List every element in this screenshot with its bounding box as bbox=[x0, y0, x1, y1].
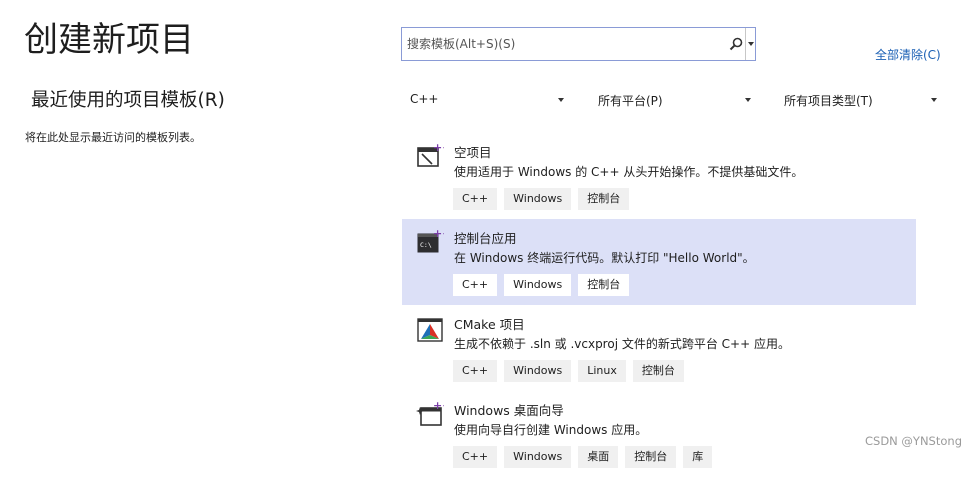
template-list: ++ 空项目 使用适用于 Windows 的 C++ 从头开始操作。不提供基础文… bbox=[402, 133, 916, 477]
project-type-filter-select[interactable]: 所有项目类型(T) bbox=[784, 88, 942, 112]
search-options-dropdown[interactable] bbox=[745, 28, 756, 60]
tag-cpp: C++ bbox=[453, 274, 498, 296]
desktop-wizard-icon: ++ bbox=[416, 400, 444, 426]
platform-filter-value: 所有平台(P) bbox=[598, 94, 663, 108]
empty-project-icon: ++ bbox=[417, 142, 444, 167]
tag-cpp: C++ bbox=[453, 446, 498, 468]
tag-linux: Linux bbox=[578, 360, 626, 382]
search-icon[interactable] bbox=[729, 37, 743, 51]
template-name: 控制台应用 bbox=[454, 231, 517, 246]
template-tags: C++ Windows 控制台 bbox=[453, 188, 630, 210]
cmake-icon bbox=[417, 318, 443, 342]
template-item-windows-desktop-wizard[interactable]: ++ Windows 桌面向导 使用向导自行创建 Windows 应用。 C++… bbox=[402, 391, 916, 477]
tag-console: 控制台 bbox=[632, 360, 684, 382]
chevron-down-icon bbox=[745, 98, 751, 102]
tag-cpp: C++ bbox=[453, 360, 498, 382]
svg-text:C:\: C:\ bbox=[420, 241, 432, 249]
language-filter-value: C++ bbox=[410, 92, 439, 106]
template-name: 空项目 bbox=[454, 145, 492, 160]
template-description: 使用向导自行创建 Windows 应用。 bbox=[454, 423, 648, 437]
template-item-cmake-project[interactable]: CMake 项目 生成不依赖于 .sln 或 .vcxproj 文件的新式跨平台… bbox=[402, 305, 916, 391]
tag-cpp: C++ bbox=[453, 188, 498, 210]
search-input[interactable] bbox=[402, 28, 734, 60]
tag-desktop: 桌面 bbox=[578, 446, 619, 468]
platform-filter-select[interactable]: 所有平台(P) bbox=[598, 88, 756, 112]
page-title: 创建新项目 bbox=[24, 20, 194, 60]
svg-text:++: ++ bbox=[433, 142, 444, 154]
console-app-icon: C:\ ++ bbox=[417, 228, 444, 253]
template-tags: C++ Windows 控制台 bbox=[453, 274, 630, 296]
svg-text:++: ++ bbox=[433, 400, 444, 412]
tag-console: 控制台 bbox=[578, 188, 630, 210]
chevron-down-icon bbox=[558, 98, 564, 102]
watermark: CSDN @YNStong bbox=[864, 434, 962, 448]
template-description: 在 Windows 终端运行代码。默认打印 "Hello World"。 bbox=[454, 251, 755, 265]
chevron-down-icon bbox=[748, 42, 754, 46]
template-description: 使用适用于 Windows 的 C++ 从头开始操作。不提供基础文件。 bbox=[454, 165, 804, 179]
template-description: 生成不依赖于 .sln 或 .vcxproj 文件的新式跨平台 C++ 应用。 bbox=[454, 337, 790, 351]
tag-library: 库 bbox=[683, 446, 713, 468]
svg-text:++: ++ bbox=[433, 228, 444, 240]
chevron-down-icon bbox=[931, 98, 937, 102]
tag-windows: Windows bbox=[504, 360, 572, 382]
tag-windows: Windows bbox=[504, 446, 572, 468]
template-name: Windows 桌面向导 bbox=[454, 403, 564, 418]
template-item-empty-project[interactable]: ++ 空项目 使用适用于 Windows 的 C++ 从头开始操作。不提供基础文… bbox=[402, 133, 916, 219]
tag-windows: Windows bbox=[504, 274, 572, 296]
template-tags: C++ Windows Linux 控制台 bbox=[453, 360, 684, 382]
project-type-filter-value: 所有项目类型(T) bbox=[784, 94, 873, 108]
template-name: CMake 项目 bbox=[454, 317, 525, 332]
tag-console: 控制台 bbox=[578, 274, 630, 296]
template-search-box[interactable] bbox=[401, 27, 756, 61]
template-tags: C++ Windows 桌面 控制台 库 bbox=[453, 446, 713, 468]
language-filter-select[interactable]: C++ bbox=[410, 88, 568, 112]
recent-templates-empty-text: 将在此处显示最近访问的模板列表。 bbox=[25, 131, 201, 144]
template-item-console-app[interactable]: C:\ ++ 控制台应用 在 Windows 终端运行代码。默认打印 "Hell… bbox=[402, 219, 916, 305]
tag-windows: Windows bbox=[504, 188, 572, 210]
clear-all-link[interactable]: 全部清除(C) bbox=[875, 46, 941, 63]
tag-console: 控制台 bbox=[625, 446, 677, 468]
recent-templates-heading: 最近使用的项目模板(R) bbox=[31, 90, 225, 111]
